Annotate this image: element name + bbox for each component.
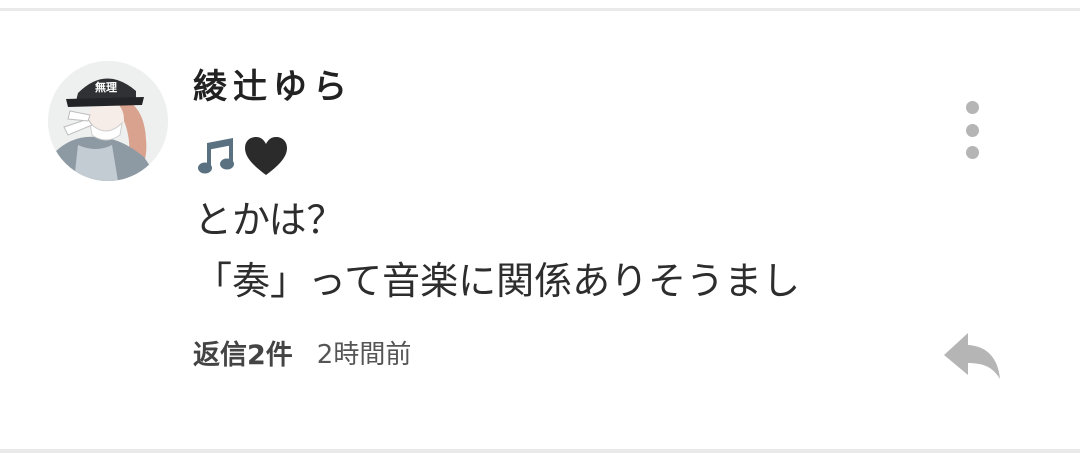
reply-button[interactable] (940, 327, 1004, 387)
username[interactable]: 綾辻ゆら (193, 65, 353, 109)
timestamp: 2時間前 (316, 339, 412, 370)
vertical-ellipsis-icon (965, 146, 979, 159)
avatar[interactable]: 無理 (48, 61, 168, 181)
reply-count-link[interactable]: 返信2件 (193, 333, 293, 372)
emoji-line (195, 133, 289, 181)
comment-item: 無理 綾辻ゆら とかは？ 「奏」って音楽に関係ありそうまし 返信2件 2時間前 (0, 11, 1080, 449)
comment-footer: 返信2件 2時間前 (193, 332, 411, 372)
avatar-illustration: 無理 (48, 61, 168, 181)
vertical-ellipsis-icon (965, 101, 979, 114)
black-heart-icon (245, 137, 287, 175)
bottom-divider (0, 449, 1080, 453)
avatar-cap-text: 無理 (95, 80, 117, 94)
reply-arrow-icon (944, 333, 1000, 379)
musical-notes-icon (198, 138, 234, 174)
more-options-button[interactable] (952, 97, 992, 163)
comment-text-line: 「奏」って音楽に関係ありそうまし (194, 259, 801, 303)
comment-text-line: とかは？ (194, 198, 345, 242)
vertical-ellipsis-icon (965, 123, 979, 137)
